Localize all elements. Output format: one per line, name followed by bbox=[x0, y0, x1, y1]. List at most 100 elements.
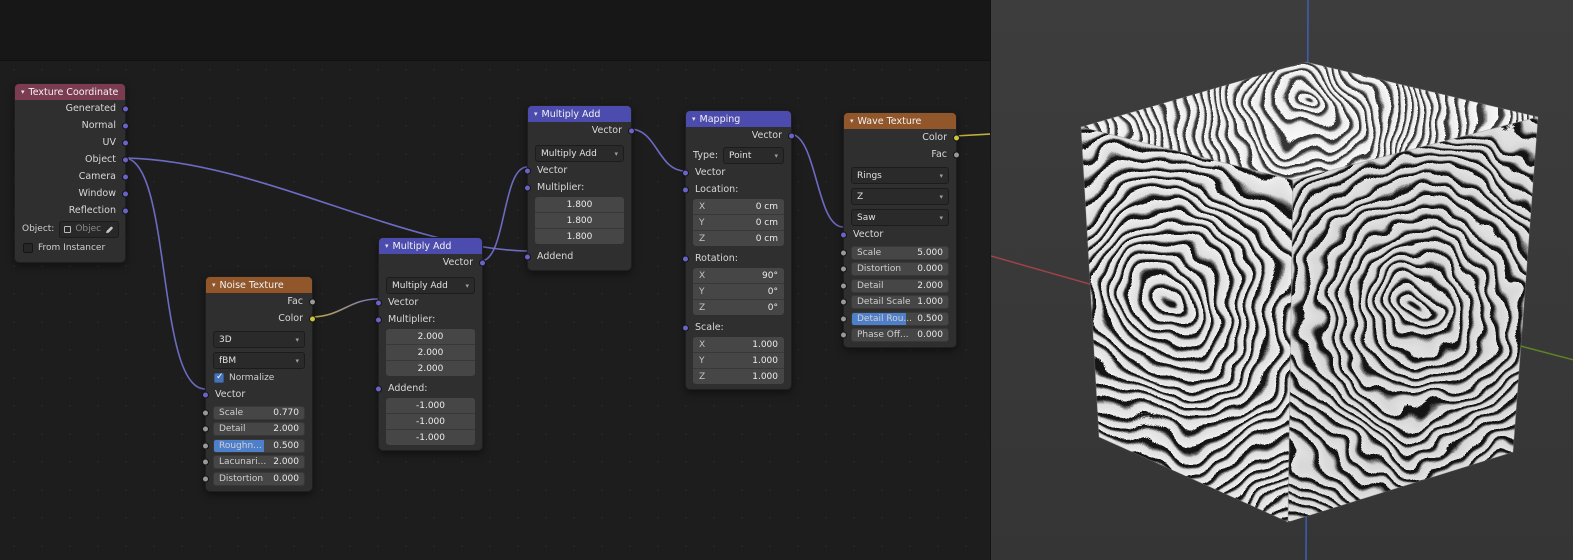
slider-field[interactable]: Detail Rou... 0.500 bbox=[851, 311, 949, 326]
output-socket[interactable] bbox=[122, 139, 129, 146]
input-socket[interactable] bbox=[202, 442, 209, 449]
input-socket[interactable] bbox=[202, 409, 209, 416]
normalize-checkbox[interactable] bbox=[214, 372, 224, 383]
input-socket[interactable] bbox=[524, 167, 531, 174]
link-noise-color-to-multiplyadd-vector[interactable] bbox=[310, 298, 379, 318]
input-socket[interactable] bbox=[840, 282, 847, 289]
collapse-chevron-icon[interactable]: ▾ bbox=[534, 106, 538, 122]
node-header[interactable]: ▾ Multiply Add bbox=[379, 238, 482, 254]
noise-dimensions-dropdown[interactable]: 3D ▾ bbox=[213, 331, 305, 348]
3d-viewport[interactable] bbox=[990, 0, 1573, 560]
object-picker[interactable]: Objec bbox=[59, 220, 120, 238]
node-texture-coordinate[interactable]: ▾ Texture Coordinate Generated Normal UV… bbox=[14, 83, 129, 263]
vector-field-z[interactable]: -1.000 bbox=[386, 430, 475, 445]
link-object-to-noise-vector[interactable] bbox=[123, 157, 206, 390]
slider-field[interactable]: Roughn... 0.500 bbox=[213, 438, 305, 453]
vector-field-y[interactable]: 1.800 bbox=[535, 213, 624, 229]
output-socket[interactable] bbox=[953, 151, 960, 158]
rotation-y[interactable]: Y 0° bbox=[693, 284, 784, 300]
slider-field[interactable]: Detail 2.000 bbox=[851, 278, 949, 293]
node-header[interactable]: ▾ Multiply Add bbox=[528, 106, 631, 122]
output-socket[interactable] bbox=[122, 156, 129, 163]
slider-field[interactable]: Lacunari... 2.000 bbox=[213, 455, 305, 469]
output-socket[interactable] bbox=[628, 127, 635, 134]
slider-field[interactable]: Distortion 0.000 bbox=[851, 262, 949, 276]
from-instancer-checkbox[interactable] bbox=[23, 243, 33, 253]
slider-field[interactable]: Detail Scale 1.000 bbox=[851, 295, 949, 309]
slider-field[interactable]: Scale 5.000 bbox=[851, 245, 949, 260]
slider-field[interactable]: Scale 0.770 bbox=[213, 405, 305, 420]
input-socket[interactable] bbox=[524, 184, 531, 191]
vector-field-x[interactable]: 2.000 bbox=[386, 329, 475, 345]
node-header[interactable]: ▾ Mapping bbox=[686, 111, 791, 127]
rings-direction-dropdown[interactable]: Z ▾ bbox=[851, 188, 949, 205]
vector-field-y[interactable]: 2.000 bbox=[386, 345, 475, 361]
scale-y[interactable]: Y 1.000 bbox=[693, 353, 784, 369]
node-noise-texture[interactable]: ▾ Noise Texture Fac Color 3D ▾ fBM ▾ Norma… bbox=[202, 276, 316, 492]
node-header[interactable]: ▾ Noise Texture bbox=[206, 277, 312, 293]
link-multiplyadd-to-mapping[interactable] bbox=[629, 128, 686, 172]
output-socket[interactable] bbox=[122, 105, 129, 112]
input-socket[interactable] bbox=[375, 385, 382, 392]
input-socket[interactable] bbox=[682, 255, 689, 262]
location-y[interactable]: Y0 cm bbox=[693, 215, 784, 231]
input-socket[interactable] bbox=[840, 231, 847, 238]
location-x[interactable]: X0 cm bbox=[693, 199, 784, 215]
node-wave-texture[interactable]: ▾ Wave Texture Color Fac Rings ▾ Z ▾ Saw ▾ … bbox=[840, 112, 960, 348]
vector-field-z[interactable]: 2.000 bbox=[386, 361, 475, 376]
collapse-chevron-icon[interactable]: ▾ bbox=[212, 277, 216, 293]
location-z[interactable]: Z0 cm bbox=[693, 231, 784, 246]
input-socket[interactable] bbox=[682, 324, 689, 331]
node-multiply-add-lower[interactable]: ▾ Multiply Add Vector Multiply Add ▾ Vect… bbox=[375, 237, 486, 451]
output-socket[interactable] bbox=[788, 132, 795, 139]
link-wave-color-out[interactable] bbox=[954, 133, 990, 137]
input-socket[interactable] bbox=[840, 331, 847, 339]
output-socket[interactable] bbox=[953, 134, 960, 141]
input-socket[interactable] bbox=[840, 298, 847, 306]
output-socket[interactable] bbox=[479, 259, 486, 266]
output-socket[interactable] bbox=[122, 190, 129, 197]
vector-field-x[interactable]: 1.800 bbox=[535, 197, 624, 213]
output-socket[interactable] bbox=[122, 122, 129, 129]
slider-field[interactable]: Phase Off... 0.000 bbox=[851, 328, 949, 342]
node-header[interactable]: ▾ Wave Texture bbox=[844, 113, 956, 129]
rotation-x[interactable]: X 90° bbox=[693, 268, 784, 284]
slider-field[interactable]: Detail 2.000 bbox=[213, 422, 305, 436]
input-socket[interactable] bbox=[202, 391, 209, 398]
scale-z[interactable]: Z 1.000 bbox=[693, 369, 784, 384]
collapse-chevron-icon[interactable]: ▾ bbox=[21, 84, 25, 100]
shader-node-editor[interactable]: ▾ Texture Coordinate Generated Normal UV… bbox=[0, 0, 990, 560]
input-socket[interactable] bbox=[840, 265, 847, 273]
collapse-chevron-icon[interactable]: ▾ bbox=[850, 113, 854, 129]
input-socket[interactable] bbox=[375, 316, 382, 323]
link-mapping-to-wave-vector[interactable] bbox=[789, 133, 844, 228]
node-mapping[interactable]: ▾ Mapping Vector Type: Point ▾ Vector Loc… bbox=[682, 110, 795, 390]
input-socket[interactable] bbox=[682, 169, 689, 176]
wave-type-dropdown[interactable]: Rings ▾ bbox=[851, 167, 949, 184]
slider-field[interactable]: Distortion 0.000 bbox=[213, 471, 305, 486]
operation-dropdown[interactable]: Multiply Add ▾ bbox=[535, 145, 624, 162]
input-socket[interactable] bbox=[840, 249, 847, 256]
eyedropper-icon[interactable] bbox=[105, 225, 114, 234]
collapse-chevron-icon[interactable]: ▾ bbox=[692, 111, 696, 127]
collapse-chevron-icon[interactable]: ▾ bbox=[385, 238, 389, 254]
input-socket[interactable] bbox=[202, 425, 209, 433]
rotation-z[interactable]: Z 0° bbox=[693, 300, 784, 315]
input-socket[interactable] bbox=[524, 253, 531, 260]
input-socket[interactable] bbox=[202, 475, 209, 482]
output-socket[interactable] bbox=[309, 298, 316, 305]
wave-profile-dropdown[interactable]: Saw ▾ bbox=[851, 209, 949, 226]
output-socket[interactable] bbox=[309, 315, 316, 322]
output-socket[interactable] bbox=[122, 207, 129, 214]
noise-type-dropdown[interactable]: fBM ▾ bbox=[213, 352, 305, 369]
input-socket[interactable] bbox=[202, 458, 209, 466]
vector-field-x[interactable]: -1.000 bbox=[386, 398, 475, 414]
input-socket[interactable] bbox=[682, 186, 689, 193]
mapping-type-dropdown[interactable]: Point ▾ bbox=[723, 147, 784, 164]
node-multiply-add-upper[interactable]: ▾ Multiply Add Vector Multiply Add ▾ Vect… bbox=[524, 105, 635, 271]
output-socket[interactable] bbox=[122, 173, 129, 180]
vector-field-y[interactable]: -1.000 bbox=[386, 414, 475, 430]
scale-x[interactable]: X 1.000 bbox=[693, 337, 784, 353]
node-header[interactable]: ▾ Texture Coordinate bbox=[15, 84, 125, 100]
input-socket[interactable] bbox=[375, 299, 382, 306]
